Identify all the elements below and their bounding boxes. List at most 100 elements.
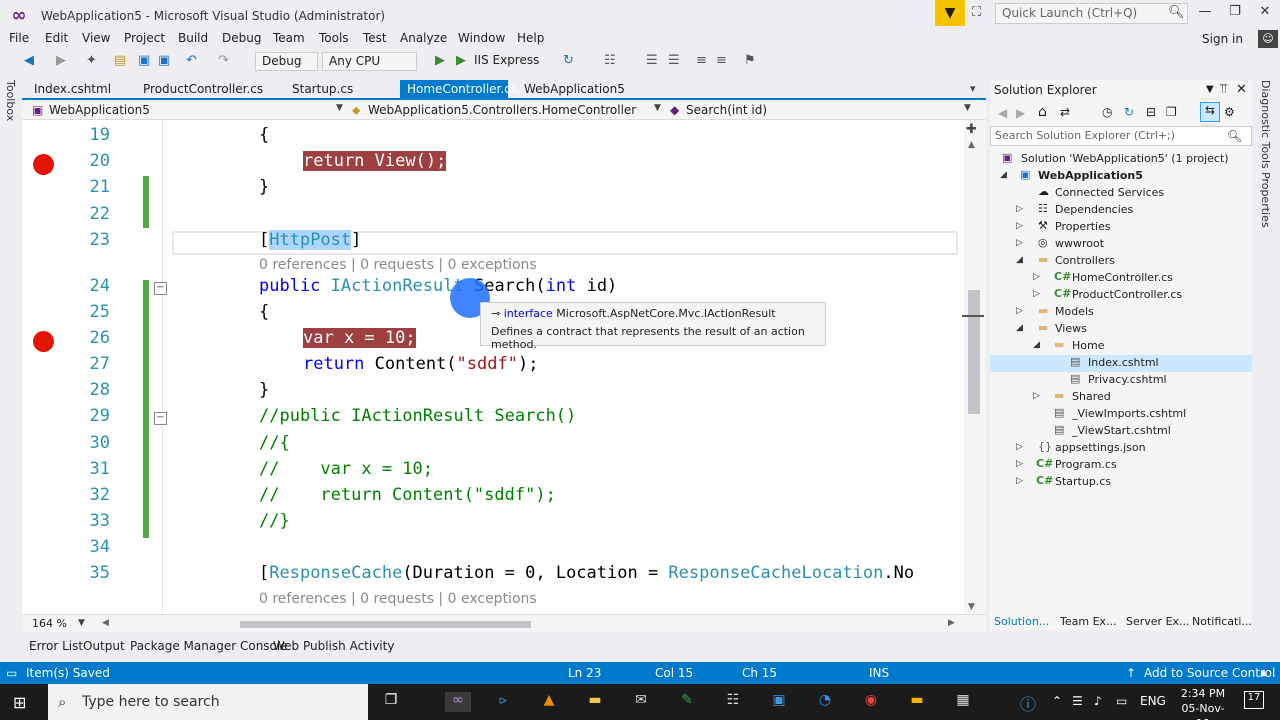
notification-count[interactable]: 17: [1244, 691, 1264, 709]
vlc-icon[interactable]: ▲: [538, 692, 560, 712]
refresh-icon[interactable]: ↻: [563, 53, 574, 68]
tab-solution-explorer[interactable]: Solution...: [994, 615, 1049, 628]
split-icon[interactable]: ✚: [966, 122, 977, 137]
properties-icon[interactable]: ⚙: [1224, 105, 1235, 119]
menu-view[interactable]: View: [82, 31, 110, 45]
chevron-down-icon[interactable]: ▼: [336, 103, 343, 113]
tree-item-views[interactable]: ◢ ▬ Views: [990, 321, 1252, 338]
tab-startup[interactable]: Startup.cs: [292, 82, 353, 96]
taskbar-search-input[interactable]: Type here to search: [48, 684, 368, 720]
member-dropdown[interactable]: Search(int id): [686, 103, 767, 117]
tree-item-index-cshtml[interactable]: ▤ Index.cshtml: [990, 355, 1252, 372]
tree-item-solution[interactable]: ▣ Solution 'WebApplication5' (1 project): [990, 151, 1252, 168]
tree-item-models[interactable]: ▷ ▬ Models: [990, 304, 1252, 321]
solution-search-input[interactable]: Search Solution Explorer (Ctrl+;): [990, 126, 1252, 146]
expanded-arrow-icon[interactable]: ◢: [1033, 340, 1040, 350]
run-target-button[interactable]: IIS Express: [474, 53, 539, 67]
tree-item-connected-services[interactable]: ☁ Connected Services: [990, 185, 1252, 202]
undo-icon[interactable]: ↶: [186, 53, 197, 68]
scrollbar-thumb[interactable]: [968, 290, 980, 414]
open-folder-icon[interactable]: ▤: [114, 53, 126, 68]
toolbox-tab[interactable]: Toolbox: [4, 80, 17, 121]
menu-debug[interactable]: Debug: [222, 31, 261, 45]
menu-file[interactable]: File: [9, 31, 29, 45]
menu-window[interactable]: Window: [458, 31, 505, 45]
collapsed-arrow-icon[interactable]: ▷: [1016, 221, 1023, 231]
tree-item-wwwroot[interactable]: ▷ ◎ wwwroot: [990, 236, 1252, 253]
project-dropdown[interactable]: WebApplication5: [49, 103, 150, 117]
tree-item-home-folder[interactable]: ◢ ▬ Home: [990, 338, 1252, 355]
code-lens[interactable]: 0 references | 0 requests | 0 exceptions: [259, 591, 537, 607]
sync-icon[interactable]: ⇄: [1060, 105, 1070, 119]
visual-studio-icon[interactable]: ∞: [445, 692, 471, 712]
home-icon[interactable]: ⌂: [1038, 104, 1047, 120]
tab-notifications[interactable]: Notificati...: [1192, 615, 1252, 628]
task-view-icon[interactable]: ❐: [380, 692, 402, 712]
search-icon[interactable]: 🔍︎: [1168, 5, 1185, 20]
back-icon[interactable]: ◀: [998, 106, 1007, 120]
configuration-dropdown[interactable]: Debug: [255, 52, 318, 71]
menu-test[interactable]: Test: [363, 31, 387, 45]
profile-icon[interactable]: ☺: [1258, 30, 1278, 48]
refresh-icon[interactable]: ↻: [1124, 105, 1134, 119]
mail-icon[interactable]: ✉: [630, 692, 652, 712]
minimize-button[interactable]: —: [1190, 4, 1220, 19]
track-active-item-icon[interactable]: ⇆: [1200, 102, 1220, 122]
tree-item-dependencies[interactable]: ▷ ☷ Dependencies: [990, 202, 1252, 219]
save-icon[interactable]: ▣: [138, 53, 150, 68]
code-editor[interactable]: 19 { 20 return View(); 21 } 22 23 [HttpP…: [22, 120, 964, 614]
collapsed-arrow-icon[interactable]: ▷: [1033, 272, 1040, 282]
collapsed-arrow-icon[interactable]: ▷: [1016, 476, 1023, 486]
battery-icon[interactable]: ▭: [1116, 694, 1127, 708]
diagnostic-tools-tab[interactable]: Diagnostic Tools: [1259, 80, 1272, 169]
breakpoint-icon[interactable]: [33, 154, 54, 175]
windows-start-icon[interactable]: ⊞: [13, 693, 26, 712]
collapse-icon[interactable]: −: [154, 412, 167, 425]
calculator-icon[interactable]: ☷: [722, 692, 744, 712]
class-dropdown[interactable]: WebApplication5.Controllers.HomeControll…: [368, 103, 636, 117]
chevron-down-icon[interactable]: ▼: [1206, 84, 1214, 95]
collapsed-arrow-icon[interactable]: ▷: [1033, 391, 1040, 401]
redo-icon[interactable]: ↷: [218, 53, 229, 68]
file-explorer-icon[interactable]: ▬: [584, 692, 606, 712]
tree-item-controllers[interactable]: ◢ ▬ Controllers: [990, 253, 1252, 270]
tree-item-home-controller[interactable]: ▷ C# HomeController.cs: [990, 270, 1252, 287]
breakpoint-icon[interactable]: [33, 331, 54, 352]
scroll-down-icon[interactable]: ▼: [968, 602, 975, 612]
tab-server-explorer[interactable]: Server Ex...: [1126, 615, 1190, 628]
bookmark-icon[interactable]: ⚑: [744, 53, 756, 68]
tree-item-project[interactable]: ◢ ▣ WebApplication5: [990, 168, 1252, 185]
scroll-right-icon[interactable]: ▶: [948, 618, 955, 628]
tree-item-program[interactable]: ▷ C# Program.cs: [990, 457, 1252, 474]
tab-package-manager-console[interactable]: Package Manager Console: [130, 639, 288, 653]
save-all-icon[interactable]: ▣: [158, 53, 170, 68]
menu-help[interactable]: Help: [517, 31, 544, 45]
app-icon[interactable]: ▣: [768, 692, 790, 712]
close-icon[interactable]: ✕: [1236, 82, 1247, 97]
collapse-icon[interactable]: −: [154, 282, 167, 295]
scrollbar-thumb[interactable]: [240, 621, 531, 628]
collapsed-arrow-icon[interactable]: ▷: [1016, 459, 1023, 469]
zoom-level[interactable]: 164 %: [32, 617, 67, 630]
tree-item-viewimports[interactable]: ▤ _ViewImports.cshtml: [990, 406, 1252, 423]
edge-icon[interactable]: ◔: [814, 692, 836, 712]
vs-code-icon[interactable]: ⪧: [492, 692, 514, 712]
chrome-icon[interactable]: ◉: [860, 692, 882, 712]
tree-item-properties[interactable]: ▷ ⚒ Properties: [990, 219, 1252, 236]
tab-output[interactable]: Output: [83, 639, 125, 653]
search-icon[interactable]: 🔍︎: [1227, 129, 1242, 143]
menu-analyze[interactable]: Analyze: [400, 31, 447, 45]
copy-icon[interactable]: ❐: [1166, 105, 1177, 119]
folder-icon[interactable]: ▬: [906, 692, 928, 712]
menu-edit[interactable]: Edit: [45, 31, 68, 45]
play-icon[interactable]: ▶: [435, 53, 445, 68]
add-to-source-control-button[interactable]: Add to Source Control: [1144, 666, 1275, 680]
menu-team[interactable]: Team: [273, 31, 305, 45]
tab-error-list[interactable]: Error List: [29, 639, 83, 653]
forward-icon[interactable]: ▶: [1016, 106, 1025, 120]
collapsed-arrow-icon[interactable]: ▷: [1016, 442, 1023, 452]
tree-item-viewstart[interactable]: ▤ _ViewStart.cshtml: [990, 423, 1252, 440]
tab-home-controller[interactable]: HomeController.cs ✕: [400, 80, 533, 100]
collapse-all-icon[interactable]: ⊟: [1146, 105, 1156, 119]
history-icon[interactable]: ◷: [1102, 105, 1112, 119]
